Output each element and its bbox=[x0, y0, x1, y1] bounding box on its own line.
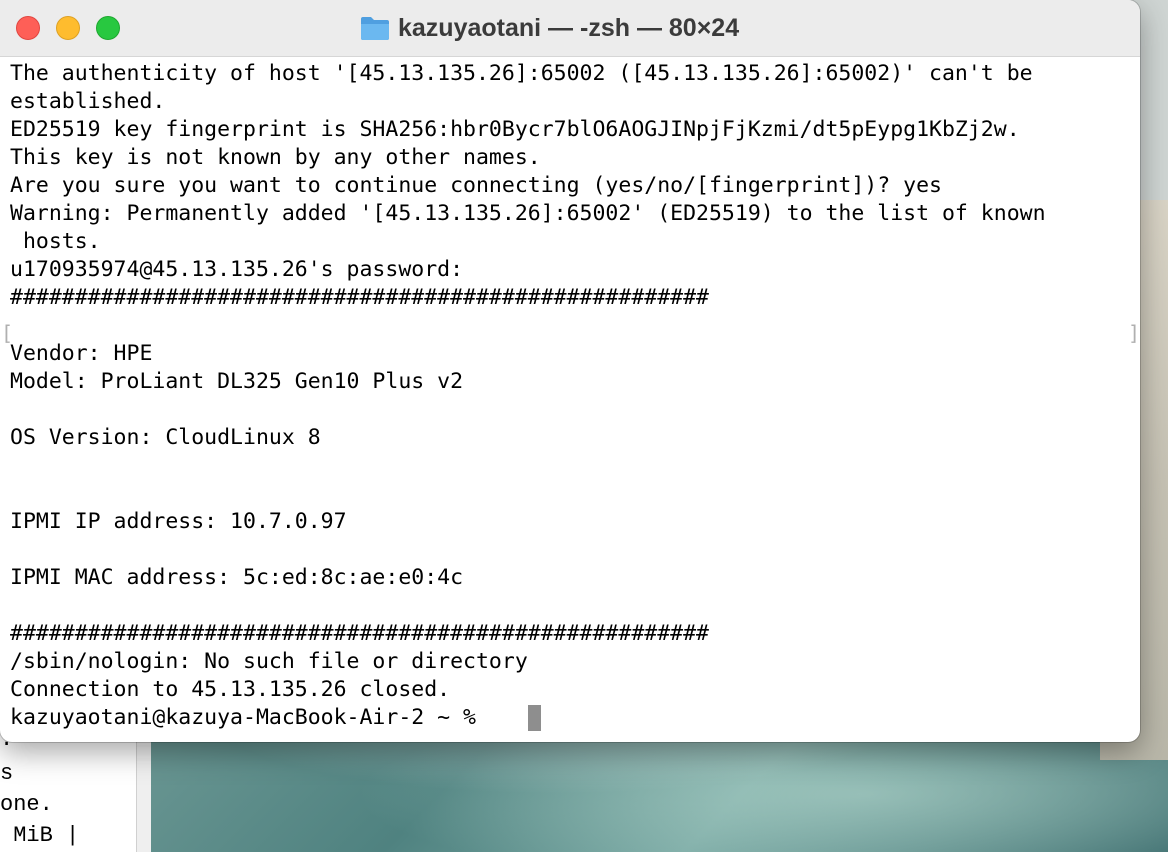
background-terminal-line: one. bbox=[0, 792, 53, 817]
terminal-line: hosts. bbox=[10, 229, 101, 254]
minimize-icon[interactable] bbox=[56, 16, 80, 40]
terminal-line: ########################################… bbox=[10, 285, 709, 310]
window-title-group: kazuyaotani — -zsh — 80×24 bbox=[360, 12, 739, 44]
terminal-line: This key is not known by any other names… bbox=[10, 145, 541, 170]
background-terminal-line: MiB | bbox=[0, 823, 80, 848]
terminal-line: established. bbox=[10, 89, 166, 114]
terminal-line: Vendor: HPE bbox=[10, 341, 153, 366]
terminal-line: The authenticity of host '[45.13.135.26]… bbox=[10, 61, 1033, 86]
terminal-line: /sbin/nologin: No such file or directory bbox=[10, 649, 528, 674]
terminal-line: IPMI IP address: 10.7.0.97 bbox=[10, 509, 347, 534]
terminal-prompt[interactable]: kazuyaotani@kazuya-MacBook-Air-2 ~ % bbox=[10, 704, 489, 732]
terminal-line: Model: ProLiant DL325 Gen10 Plus v2 bbox=[10, 369, 464, 394]
mark-bracket-left: [ bbox=[1, 321, 14, 345]
terminal-line: ########################################… bbox=[10, 621, 709, 646]
terminal-output[interactable]: The authenticity of host '[45.13.135.26]… bbox=[0, 60, 1140, 742]
terminal-line: Warning: Permanently added '[45.13.135.2… bbox=[10, 201, 1046, 226]
terminal-line: Connection to 45.13.135.26 closed. bbox=[10, 677, 451, 702]
terminal-line: OS Version: CloudLinux 8 bbox=[10, 425, 321, 450]
mark-bracket-right: ] bbox=[1128, 321, 1140, 345]
terminal-window[interactable]: kazuyaotani — -zsh — 80×24 The authentic… bbox=[0, 0, 1140, 742]
close-icon[interactable] bbox=[16, 16, 40, 40]
terminal-line: IPMI MAC address: 5c:ed:8c:ae:e0:4c bbox=[10, 565, 464, 590]
text-cursor bbox=[528, 705, 541, 731]
terminal-line: Are you sure you want to continue connec… bbox=[10, 173, 942, 198]
background-terminal-line: s bbox=[0, 761, 14, 786]
window-titlebar[interactable]: kazuyaotani — -zsh — 80×24 bbox=[0, 0, 1140, 57]
terminal-line: u170935974@45.13.135.26's password: bbox=[10, 257, 464, 282]
maximize-icon[interactable] bbox=[96, 16, 120, 40]
terminal-line: ED25519 key fingerprint is SHA256:hbr0By… bbox=[10, 117, 1020, 142]
window-title: kazuyaotani — -zsh — 80×24 bbox=[398, 13, 740, 42]
folder-icon bbox=[361, 17, 389, 40]
